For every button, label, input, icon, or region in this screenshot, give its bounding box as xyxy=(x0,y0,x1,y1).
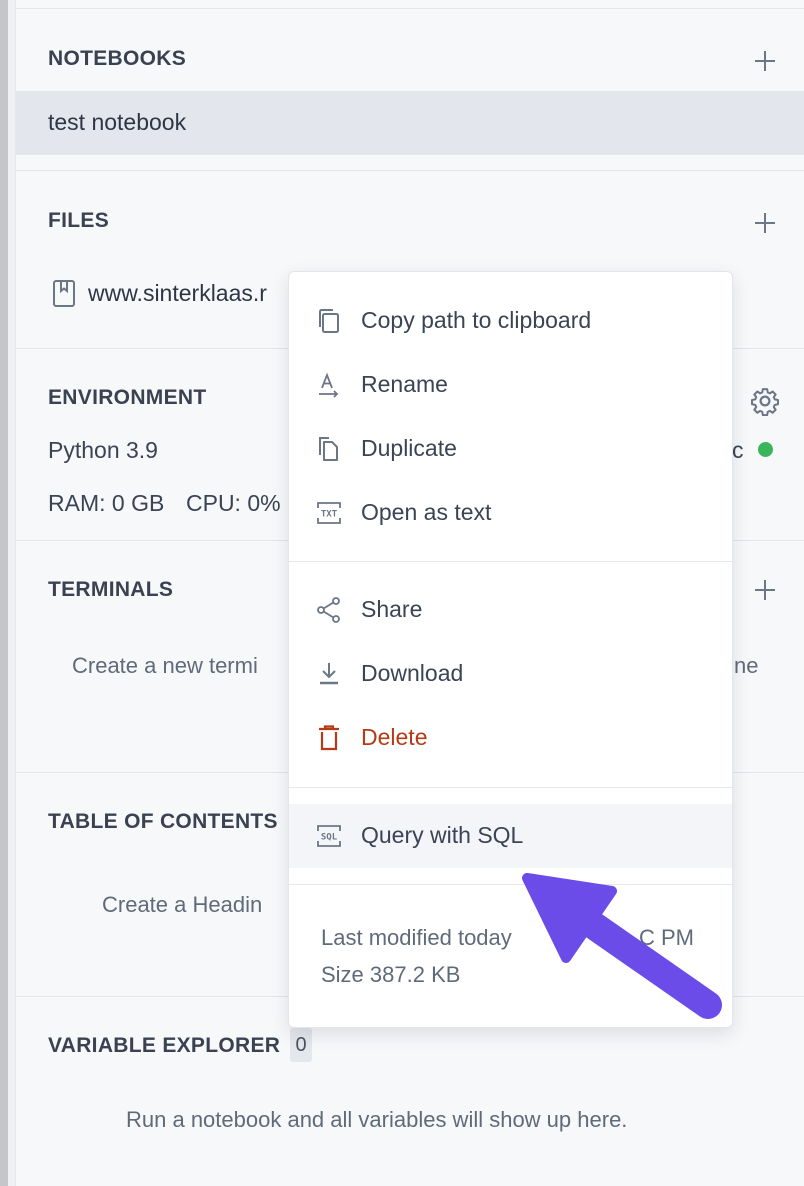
duplicate-icon xyxy=(319,437,338,461)
file-icon xyxy=(53,280,75,307)
svg-text:SQL: SQL xyxy=(321,833,338,843)
variables-title: VARIABLE EXPLORER xyxy=(48,1034,281,1057)
menu-item-duplicate[interactable]: Duplicate xyxy=(289,417,732,481)
rename-icon xyxy=(319,372,339,398)
add-notebook-button[interactable] xyxy=(754,50,776,72)
files-title: FILES xyxy=(48,209,110,232)
menu-item-rename[interactable]: Rename xyxy=(289,353,732,417)
file-size: Size 387.2 KB xyxy=(321,962,461,987)
copy-icon xyxy=(319,309,339,333)
menu-item-label: Duplicate xyxy=(361,435,457,461)
add-terminal-button[interactable] xyxy=(754,579,776,601)
menu-separator xyxy=(289,561,732,562)
menu-item-label: Copy path to clipboard xyxy=(361,307,592,333)
file-item-label: www.sinterklaas.r xyxy=(88,280,267,306)
download-icon xyxy=(320,663,338,685)
file-last-modified: Last modified today xyxy=(321,925,512,950)
left-border xyxy=(0,0,16,1186)
file-modified-time-fragment: C PM xyxy=(639,925,694,950)
notebooks-section: NOTEBOOKS test notebook xyxy=(16,8,804,170)
gear-icon[interactable] xyxy=(750,386,780,416)
menu-item-label: Share xyxy=(361,596,423,622)
cpu-usage: CPU: 0% xyxy=(186,490,281,516)
file-context-menu: Copy path to clipboard Rename Duplicate … xyxy=(288,271,733,1028)
menu-item-share[interactable]: Share xyxy=(289,578,732,642)
menu-item-label: Query with SQL xyxy=(361,822,524,848)
add-file-button[interactable] xyxy=(754,212,776,234)
menu-separator xyxy=(289,884,732,885)
toc-title: TABLE OF CONTENTS xyxy=(48,810,278,833)
sql-icon: SQL xyxy=(317,825,341,847)
trash-icon xyxy=(319,725,339,751)
menu-item-label: Download xyxy=(361,660,464,686)
terminals-title: TERMINALS xyxy=(48,578,174,601)
notebook-item[interactable]: test notebook xyxy=(16,91,804,155)
menu-item-label: Delete xyxy=(361,724,428,750)
notebook-item-label: test notebook xyxy=(48,109,187,135)
environment-title: ENVIRONMENT xyxy=(48,386,207,409)
variable-count-badge: 0 xyxy=(290,1028,312,1062)
menu-item-label: Rename xyxy=(361,371,448,397)
share-icon xyxy=(317,597,340,623)
variables-empty-message: Run a notebook and all variables will sh… xyxy=(126,1107,628,1132)
terminals-empty-message: Create a new termi xyxy=(72,653,258,678)
menu-item-delete[interactable]: Delete xyxy=(289,706,732,770)
menu-item-query-with-sql[interactable]: SQL Query with SQL xyxy=(289,804,732,868)
menu-item-copy-path[interactable]: Copy path to clipboard xyxy=(289,289,732,353)
txt-icon: TXT xyxy=(317,502,341,524)
menu-item-label: Open as text xyxy=(361,499,492,525)
file-item[interactable]: www.sinterklaas.r xyxy=(48,277,288,311)
menu-separator xyxy=(289,787,732,788)
menu-item-open-as-text[interactable]: TXT Open as text xyxy=(289,481,732,545)
status-label-fragment: c xyxy=(732,437,744,463)
status-dot xyxy=(758,442,773,457)
menu-item-download[interactable]: Download xyxy=(289,642,732,706)
terminals-empty-message-end: ne xyxy=(734,653,759,678)
svg-text:TXT: TXT xyxy=(321,510,338,520)
python-version: Python 3.9 xyxy=(48,437,158,463)
toc-empty-message: Create a Headin xyxy=(102,892,263,917)
ram-usage: RAM: 0 GB xyxy=(48,490,165,516)
notebooks-title: NOTEBOOKS xyxy=(48,47,187,70)
